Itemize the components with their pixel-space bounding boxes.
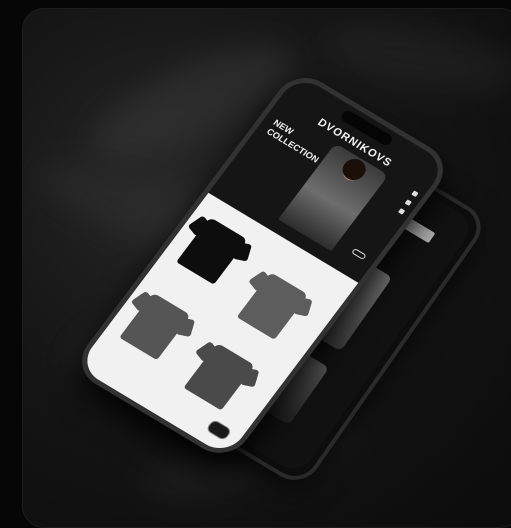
fabric-fold xyxy=(318,11,511,105)
side-icon-column xyxy=(397,190,419,215)
menu-icon[interactable] xyxy=(411,190,419,198)
shirt-image xyxy=(183,342,256,411)
shirt-image xyxy=(236,272,309,340)
bag-icon[interactable] xyxy=(404,199,412,206)
search-icon[interactable] xyxy=(397,208,406,215)
shirt-image xyxy=(119,292,191,361)
promo-button[interactable] xyxy=(351,248,367,261)
shirt-image xyxy=(176,217,248,285)
